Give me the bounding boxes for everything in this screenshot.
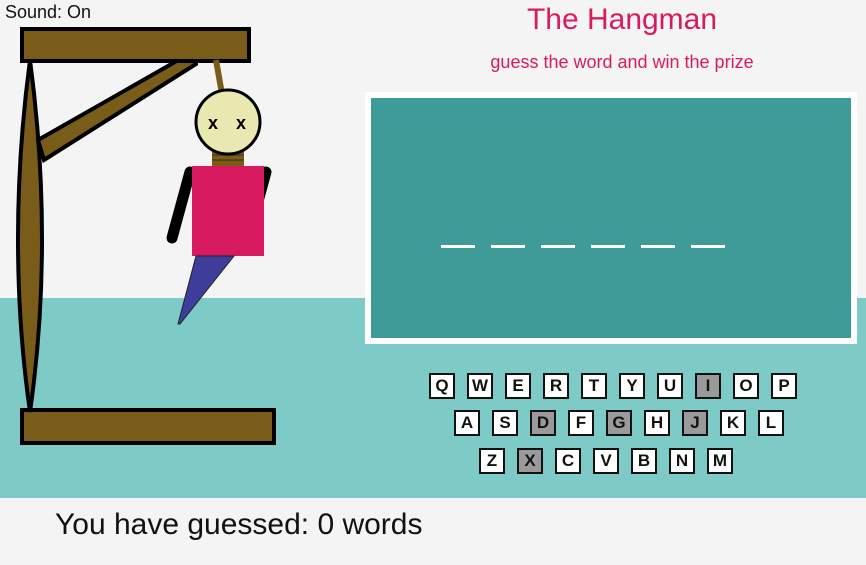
torso <box>192 166 264 256</box>
key-p[interactable]: P <box>771 373 797 399</box>
keyboard-row: ZXCVBNM <box>479 448 733 474</box>
eye-left: x <box>208 113 218 133</box>
word-slots <box>441 245 725 248</box>
hangman-drawing: x x <box>16 27 276 445</box>
key-d[interactable]: D <box>530 410 556 436</box>
key-x[interactable]: X <box>517 448 543 474</box>
key-z[interactable]: Z <box>479 448 505 474</box>
letter-slot <box>541 245 575 248</box>
key-v[interactable]: V <box>593 448 619 474</box>
gallows-base <box>20 408 276 445</box>
rope <box>213 59 225 95</box>
key-m[interactable]: M <box>707 448 733 474</box>
key-u[interactable]: U <box>657 373 683 399</box>
arm-left <box>166 166 196 244</box>
key-b[interactable]: B <box>631 448 657 474</box>
key-r[interactable]: R <box>543 373 569 399</box>
letter-slot <box>441 245 475 248</box>
letter-slot <box>591 245 625 248</box>
key-j[interactable]: J <box>682 410 708 436</box>
keyboard-row: ASDFGHJKL <box>454 410 784 436</box>
eye-right: x <box>236 113 246 133</box>
key-f[interactable]: F <box>568 410 594 436</box>
key-h[interactable]: H <box>644 410 670 436</box>
key-l[interactable]: L <box>758 410 784 436</box>
key-g[interactable]: G <box>606 410 632 436</box>
key-k[interactable]: K <box>720 410 746 436</box>
key-w[interactable]: W <box>467 373 493 399</box>
key-e[interactable]: E <box>505 373 531 399</box>
key-n[interactable]: N <box>669 448 695 474</box>
key-y[interactable]: Y <box>619 373 645 399</box>
head <box>194 88 262 156</box>
key-s[interactable]: S <box>492 410 518 436</box>
letter-slot <box>641 245 675 248</box>
leg <box>177 255 236 325</box>
letter-slot <box>691 245 725 248</box>
key-a[interactable]: A <box>454 410 480 436</box>
game-subtitle: guess the word and win the prize <box>490 52 754 72</box>
game-title: The Hangman <box>526 3 718 36</box>
keyboard-row: QWERTYUIOP <box>429 373 797 399</box>
word-board <box>365 92 857 344</box>
key-c[interactable]: C <box>555 448 581 474</box>
key-o[interactable]: O <box>733 373 759 399</box>
score-text: You have guessed: 0 words <box>55 508 423 541</box>
key-q[interactable]: Q <box>429 373 455 399</box>
key-i[interactable]: I <box>695 373 721 399</box>
gallows-brace <box>35 55 198 164</box>
letter-slot <box>491 245 525 248</box>
gallows-beam <box>20 27 251 63</box>
gallows-post <box>16 59 44 413</box>
key-t[interactable]: T <box>581 373 607 399</box>
